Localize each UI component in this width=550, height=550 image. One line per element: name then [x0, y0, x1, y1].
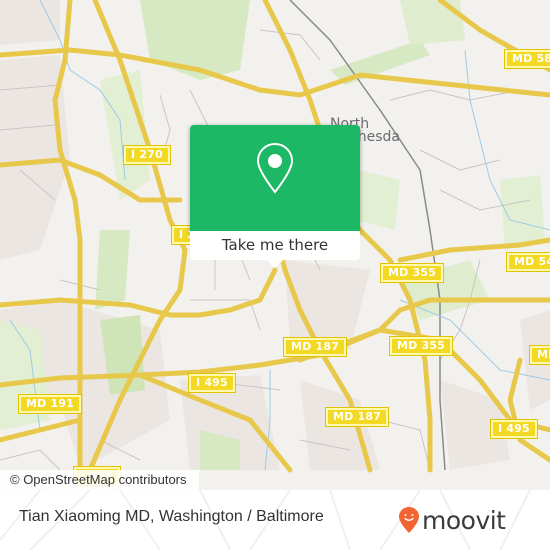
popup-tail: [266, 259, 284, 268]
road-shield-md191: MD 191: [17, 394, 83, 414]
road-shield-md547: MD 547: [505, 252, 550, 272]
road-shield-i495: I 495: [188, 373, 236, 393]
moovit-wordmark: moovit: [422, 505, 506, 535]
map-attribution[interactable]: © OpenStreetMap contributors: [0, 470, 199, 490]
location-pin-icon: [256, 142, 294, 194]
road-shield-i270: I 270: [123, 145, 171, 165]
road-shield-md586: MD 586: [503, 49, 550, 69]
popup-header: [190, 125, 360, 231]
footer: Tian Xiaoming MD, Washington / Baltimore…: [0, 490, 550, 550]
moovit-logo[interactable]: moovit: [398, 500, 506, 540]
road-shield-md187: MD 187: [282, 337, 348, 357]
road-shield-md355: MD 355: [379, 263, 445, 283]
road-shield-md: MD: [528, 345, 550, 365]
take-me-there-button[interactable]: Take me there: [190, 231, 360, 260]
road-shield-i495: I 495: [490, 419, 538, 439]
map-view[interactable]: North Bethesda I 270 MD 586 MD 355 MD 54…: [0, 0, 550, 490]
moovit-pin-icon: [399, 507, 419, 533]
road-shield-md355: MD 355: [388, 336, 454, 356]
destination-popup: Take me there: [190, 125, 360, 268]
road-shield-md187: MD 187: [324, 407, 390, 427]
location-title: Tian Xiaoming MD, Washington / Baltimore: [19, 508, 324, 525]
